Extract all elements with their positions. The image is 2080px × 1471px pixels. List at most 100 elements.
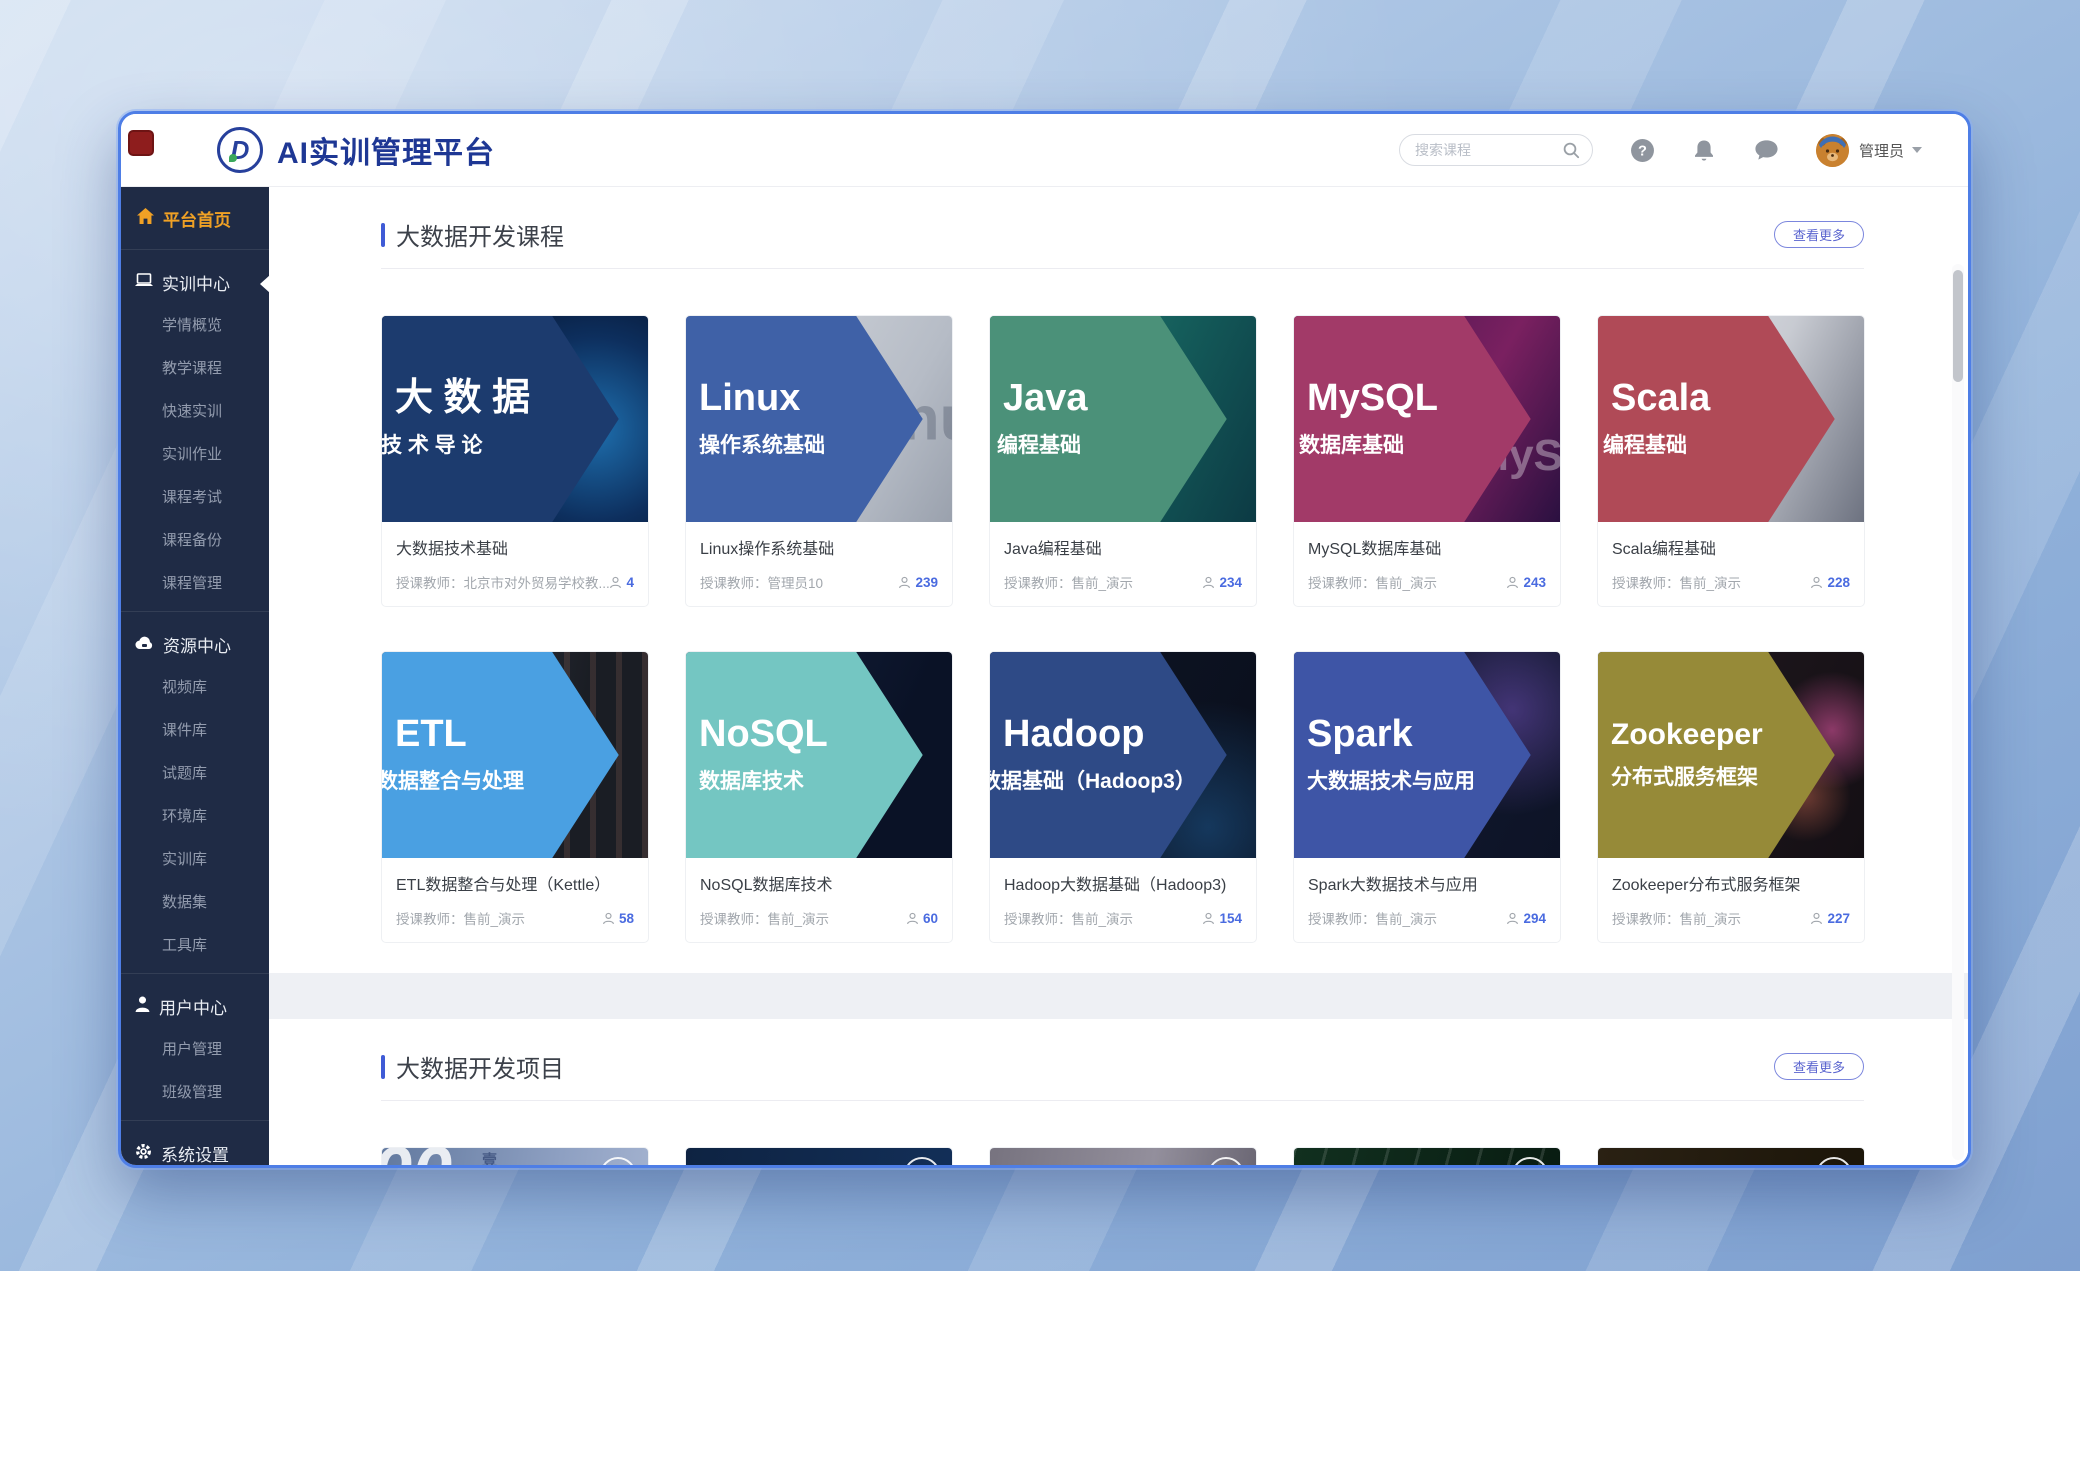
course-card[interactable]: NoSQL 数据库技术 NoSQL数据库技术 授课教师：售前_演示 60 bbox=[685, 651, 953, 943]
sidebar-group-header[interactable]: 实训中心 bbox=[121, 257, 269, 303]
student-count-value: 227 bbox=[1827, 911, 1850, 926]
student-count: 4 bbox=[609, 575, 634, 590]
sidebar-sub-item[interactable]: 视频库 bbox=[121, 665, 269, 708]
course-card[interactable]: Scala 编程基础 Scala编程基础 授课教师：售前_演示 228 bbox=[1597, 315, 1865, 607]
window-scrollbar[interactable] bbox=[1952, 264, 1964, 1160]
course-card[interactable]: 大 数 据 技 术 导 论 大数据技术基础 授课教师：北京市对外贸易学校教...… bbox=[381, 315, 649, 607]
sidebar-group: 实训中心 学情概览教学课程快速实训实训作业课程考试课程备份课程管理 bbox=[121, 257, 269, 612]
course-card[interactable]: Hadoop 大数据基础（Hadoop3） Hadoop大数据基础（Hadoop… bbox=[989, 651, 1257, 943]
sidebar-sub-item[interactable]: 快速实训 bbox=[121, 389, 269, 432]
search-box[interactable] bbox=[1399, 134, 1593, 166]
course-card[interactable]: MySQL MySQL 数据库基础 MySQL数据库基础 授课教师：售前_演示 … bbox=[1293, 315, 1561, 607]
more-ellipsis-icon: ••• bbox=[1512, 1157, 1548, 1165]
sidebar-group: 资源中心 视频库课件库试题库环境库实训库数据集工具库 bbox=[121, 619, 269, 974]
project-card[interactable]: 00 壹佰 ••• 大数据开发案例 bbox=[381, 1147, 649, 1165]
person-icon bbox=[1506, 912, 1519, 925]
course-card[interactable]: Java 编程基础 Java编程基础 授课教师：售前_演示 234 bbox=[989, 315, 1257, 607]
sidebar-sub-item[interactable]: 课程考试 bbox=[121, 475, 269, 518]
more-ellipsis-icon: ••• bbox=[904, 1157, 940, 1165]
sidebar-divider bbox=[121, 1120, 269, 1121]
message-icon[interactable] bbox=[1754, 138, 1779, 163]
cover-title: Scala bbox=[1611, 379, 1864, 419]
search-input[interactable] bbox=[1415, 142, 1561, 158]
laptop-icon bbox=[135, 273, 153, 293]
student-count-value: 234 bbox=[1219, 575, 1242, 590]
sidebar-sub-item[interactable]: 用户管理 bbox=[121, 1027, 269, 1070]
sidebar-sub-item[interactable]: 环境库 bbox=[121, 794, 269, 837]
cover-banner: Spark 大数据技术与应用 bbox=[1294, 652, 1560, 858]
course-cover-image: Linux Linux 操作系统基础 bbox=[686, 316, 952, 522]
sidebar-group-label: 用户中心 bbox=[159, 994, 227, 1019]
student-count: 243 bbox=[1506, 575, 1546, 590]
view-more-button[interactable]: 查看更多 bbox=[1774, 221, 1864, 248]
project-card[interactable]: ••• 大数据开发案例 bbox=[1293, 1147, 1561, 1165]
student-count: 294 bbox=[1506, 911, 1546, 926]
cover-subtitle: 分布式服务框架 bbox=[1611, 761, 1864, 791]
sidebar-group-header[interactable]: 资源中心 bbox=[121, 619, 269, 665]
student-count-value: 239 bbox=[915, 575, 938, 590]
person-icon bbox=[906, 912, 919, 925]
course-card[interactable]: Spark 大数据技术与应用 Spark大数据技术与应用 授课教师：售前_演示 … bbox=[1293, 651, 1561, 943]
person-icon bbox=[1810, 576, 1823, 589]
help-icon[interactable]: ? bbox=[1630, 138, 1655, 163]
view-more-button[interactable]: 查看更多 bbox=[1774, 1053, 1864, 1080]
scrollbar-thumb[interactable] bbox=[1953, 270, 1963, 382]
leaf-icon bbox=[229, 154, 237, 162]
sidebar-sub-item[interactable]: 数据集 bbox=[121, 880, 269, 923]
course-teacher: 授课教师：售前_演示 bbox=[700, 908, 906, 928]
sidebar-group-header[interactable]: 用户中心 bbox=[121, 981, 269, 1027]
content-section: 大数据开发项目 查看更多 00 壹佰 ••• 大数据开发案例 ••• 大数据开发… bbox=[269, 1049, 1968, 1165]
app-window: D AI实训管理平台 ? 管理员 bbox=[118, 111, 1971, 1168]
sidebar-sub-item[interactable]: 教学课程 bbox=[121, 346, 269, 389]
cover-title: Spark bbox=[1307, 715, 1560, 755]
app-header: D AI实训管理平台 ? 管理员 bbox=[121, 114, 1968, 187]
project-card[interactable]: ••• 大数据开发案例 bbox=[1597, 1147, 1865, 1165]
project-cover-image: 00 壹佰 ••• 大数据开发案例 bbox=[382, 1148, 648, 1165]
course-teacher: 授课教师：售前_演示 bbox=[1004, 572, 1202, 592]
course-card[interactable]: ETL 数据整合与处理 ETL数据整合与处理（Kettle） 授课教师：售前_演… bbox=[381, 651, 649, 943]
home-icon bbox=[137, 208, 154, 229]
sidebar-item-home[interactable]: 平台首页 bbox=[121, 195, 269, 242]
course-title: MySQL数据库基础 bbox=[1308, 535, 1546, 559]
sidebar-sub-item[interactable]: 班级管理 bbox=[121, 1070, 269, 1113]
sidebar-sub-item[interactable]: 试题库 bbox=[121, 751, 269, 794]
sidebar-sub-item[interactable]: 实训库 bbox=[121, 837, 269, 880]
student-count-value: 243 bbox=[1523, 575, 1546, 590]
sidebar-sub-item[interactable]: 工具库 bbox=[121, 923, 269, 966]
cover-title: MySQL bbox=[1307, 379, 1560, 419]
chevron-down-icon[interactable] bbox=[1912, 147, 1922, 153]
project-card[interactable]: ••• 大数据开发案例 bbox=[989, 1147, 1257, 1165]
sidebar-home-label: 平台首页 bbox=[163, 206, 231, 231]
course-title: Java编程基础 bbox=[1004, 535, 1242, 559]
project-card[interactable]: ••• 大数据开发案例 bbox=[685, 1147, 953, 1165]
search-icon[interactable] bbox=[1561, 140, 1581, 160]
person-icon bbox=[609, 576, 622, 589]
cover-subtitle: 数据整合与处理 bbox=[382, 765, 648, 795]
cover-banner: Scala 编程基础 bbox=[1598, 316, 1864, 522]
cover-title: 大 数 据 bbox=[395, 379, 648, 419]
cover-banner: ETL 数据整合与处理 bbox=[382, 652, 648, 858]
sidebar-group-header[interactable]: 系统设置 bbox=[121, 1128, 269, 1168]
course-cover-image: Scala 编程基础 bbox=[1598, 316, 1864, 522]
sidebar-sub-item[interactable]: 学情概览 bbox=[121, 303, 269, 346]
avatar[interactable] bbox=[1816, 134, 1849, 167]
cover-subtitle: 编程基础 bbox=[1603, 429, 1864, 459]
person-icon bbox=[1202, 576, 1215, 589]
card-grid: 大 数 据 技 术 导 论 大数据技术基础 授课教师：北京市对外贸易学校教...… bbox=[381, 315, 1864, 973]
app-title: AI实训管理平台 bbox=[277, 128, 495, 172]
sidebar-sub-item[interactable]: 课件库 bbox=[121, 708, 269, 751]
sidebar-divider bbox=[121, 973, 269, 974]
bell-icon[interactable] bbox=[1692, 138, 1717, 163]
sidebar-group-label: 资源中心 bbox=[163, 632, 231, 657]
sidebar-sub-item[interactable]: 课程备份 bbox=[121, 518, 269, 561]
course-title: Scala编程基础 bbox=[1612, 535, 1850, 559]
student-count: 60 bbox=[906, 911, 938, 926]
course-teacher: 授课教师：售前_演示 bbox=[1308, 908, 1506, 928]
more-ellipsis-icon: ••• bbox=[1816, 1157, 1852, 1165]
course-card[interactable]: Zookeeper 分布式服务框架 Zookeeper分布式服务框架 授课教师：… bbox=[1597, 651, 1865, 943]
sidebar-group: 用户中心 用户管理班级管理 bbox=[121, 981, 269, 1121]
sidebar-sub-item[interactable]: 课程管理 bbox=[121, 561, 269, 604]
course-card[interactable]: Linux Linux 操作系统基础 Linux操作系统基础 授课教师：管理员1… bbox=[685, 315, 953, 607]
user-name[interactable]: 管理员 bbox=[1859, 140, 1904, 161]
sidebar-sub-item[interactable]: 实训作业 bbox=[121, 432, 269, 475]
